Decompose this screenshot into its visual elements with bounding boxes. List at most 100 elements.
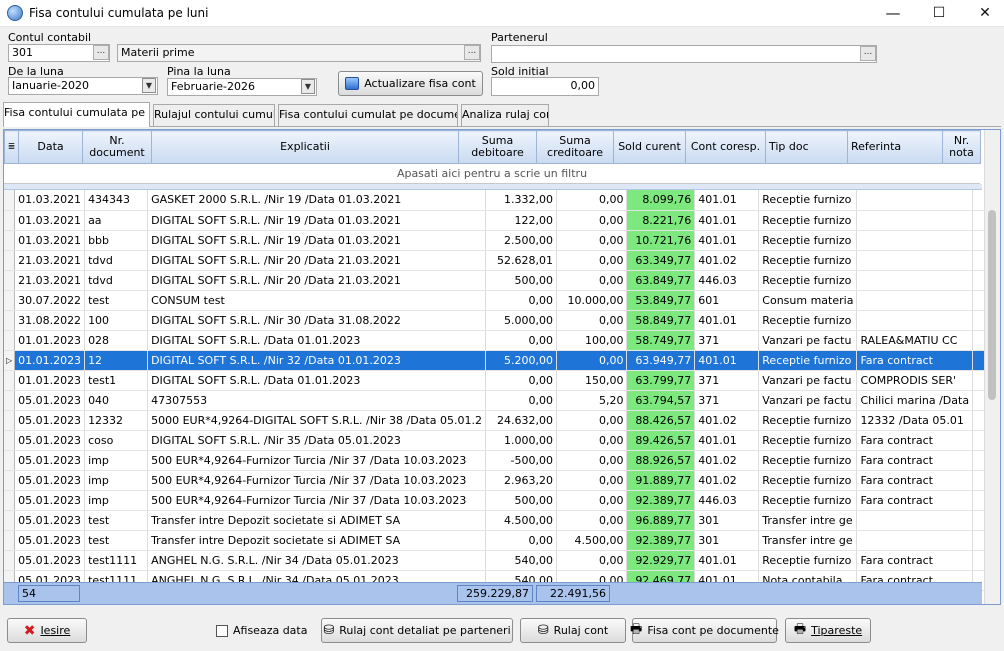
table-cell[interactable]: 100 — [84, 310, 149, 331]
table-row[interactable]: 05.01.2023 imp 500 EUR*4,9264-Furnizor Tur… — [4, 490, 1000, 511]
table-cell[interactable]: Consum materia — [758, 290, 858, 311]
row-indicator[interactable] — [4, 470, 16, 491]
table-cell[interactable] — [856, 530, 974, 551]
pina-la-luna-select[interactable]: Februarie-2026 — [167, 78, 317, 96]
table-cell[interactable]: 401.02 — [694, 450, 760, 471]
table-row[interactable]: 21.03.2021 tdvd DIGITAL SOFT S.R.L. /Nir 2… — [4, 270, 1000, 291]
table-cell[interactable]: 040 — [84, 390, 149, 411]
row-indicator[interactable] — [4, 210, 16, 231]
table-cell[interactable]: Transfer intre ge — [758, 530, 858, 551]
table-cell[interactable]: Receptie furnizo — [758, 410, 858, 431]
row-indicator[interactable] — [4, 190, 16, 211]
table-cell[interactable]: 12 — [84, 350, 149, 371]
table-cell[interactable]: 0,00 — [556, 490, 628, 511]
cont-desc-ellipsis-button[interactable]: ... — [464, 45, 480, 60]
table-cell[interactable]: 21.03.2021 — [14, 250, 86, 271]
table-cell[interactable]: 58.849,77 — [626, 310, 696, 331]
row-indicator[interactable] — [4, 410, 16, 431]
table-cell[interactable]: 500 EUR*4,9264-Furnizor Turcia /Nir 37 /… — [147, 450, 486, 471]
filter-row[interactable]: Apasati aici pentru a scrie un filtru — [4, 164, 980, 184]
table-cell[interactable]: 53.849,77 — [626, 290, 696, 311]
table-cell[interactable]: Receptie furnizo — [758, 490, 858, 511]
table-cell[interactable]: test — [84, 290, 149, 311]
table-cell[interactable]: 63.949,77 — [626, 350, 696, 371]
table-cell[interactable]: 0,00 — [485, 370, 558, 391]
table-cell[interactable]: 89.426,57 — [626, 430, 696, 451]
table-cell[interactable]: 05.01.2023 — [14, 550, 86, 571]
table-cell[interactable]: 63.349,77 — [626, 250, 696, 271]
table-cell[interactable]: 100,00 — [556, 330, 628, 351]
table-row[interactable]: 05.01.2023 test1111 ANGHEL N.G. S.R.L. /Ni… — [4, 550, 1000, 571]
table-cell[interactable]: 401.02 — [694, 470, 760, 491]
table-cell[interactable]: 5.000,00 — [485, 310, 558, 331]
table-cell[interactable]: 500 EUR*4,9264-Furnizor Turcia /Nir 37 /… — [147, 470, 486, 491]
table-cell[interactable]: test1 — [84, 370, 149, 391]
table-cell[interactable] — [856, 210, 974, 231]
row-indicator[interactable] — [4, 250, 16, 271]
table-cell[interactable]: DIGITAL SOFT S.R.L. /Nir 19 /Data 01.03.… — [147, 210, 486, 231]
table-row[interactable]: 05.01.2023 imp 500 EUR*4,9264-Furnizor Tur… — [4, 450, 1000, 471]
col-header-suma-creditoare[interactable]: Suma creditoare — [536, 130, 614, 164]
table-cell[interactable]: 88.426,57 — [626, 410, 696, 431]
data-grid[interactable]: ≣ Data Nr. document Explicatii Suma debi… — [3, 129, 1001, 605]
table-cell[interactable]: GASKET 2000 S.R.L. /Nir 19 /Data 01.03.2… — [147, 190, 486, 211]
table-cell[interactable]: 2.963,20 — [485, 470, 558, 491]
table-cell[interactable]: coso — [84, 430, 149, 451]
table-cell[interactable]: Receptie furnizo — [758, 430, 858, 451]
table-cell[interactable]: 0,00 — [485, 390, 558, 411]
row-indicator[interactable] — [4, 330, 16, 351]
afiseaza-data-checkbox[interactable]: Afiseaza data — [216, 624, 307, 637]
table-cell[interactable]: 30.07.2022 — [14, 290, 86, 311]
table-cell[interactable]: 92.389,77 — [626, 490, 696, 511]
table-cell[interactable]: 500,00 — [485, 490, 558, 511]
table-cell[interactable]: 401.01 — [694, 190, 760, 211]
vertical-scrollbar[interactable] — [984, 130, 1000, 604]
row-indicator[interactable] — [4, 490, 16, 511]
table-cell[interactable]: 401.01 — [694, 230, 760, 251]
table-cell[interactable]: 63.794,57 — [626, 390, 696, 411]
table-row[interactable]: 05.01.2023 040 47307553 0,00 5,20 63.794,57 37… — [4, 390, 1000, 411]
table-row[interactable]: 05.01.2023 coso DIGITAL SOFT S.R.L. /Nir 3… — [4, 430, 1000, 451]
chevron-down-icon[interactable]: ▼ — [301, 79, 315, 94]
col-header-nr-document[interactable]: Nr. document — [82, 130, 152, 164]
table-cell[interactable]: DIGITAL SOFT S.R.L. /Nir 20 /Data 21.03.… — [147, 250, 486, 271]
table-row[interactable]: 31.08.2022 100 DIGITAL SOFT S.R.L. /Nir 30… — [4, 310, 1000, 331]
table-row[interactable]: 05.01.2023 12332 5000 EUR*4,9264-DIGITAL S… — [4, 410, 1000, 431]
row-indicator[interactable] — [4, 510, 16, 531]
minimize-button[interactable]: — — [870, 0, 916, 27]
table-cell[interactable]: 63.849,77 — [626, 270, 696, 291]
table-cell[interactable]: Receptie furnizo — [758, 210, 858, 231]
partener-field[interactable] — [491, 45, 877, 63]
table-cell[interactable]: 0,00 — [556, 470, 628, 491]
table-cell[interactable]: 401.01 — [694, 550, 760, 571]
table-cell[interactable] — [856, 190, 974, 211]
table-cell[interactable]: 122,00 — [485, 210, 558, 231]
table-cell[interactable]: bbb — [84, 230, 149, 251]
table-cell[interactable]: ANGHEL N.G. S.R.L. /Nir 34 /Data 05.01.2… — [147, 550, 486, 571]
table-cell[interactable] — [856, 310, 974, 331]
table-cell[interactable]: 434343 — [84, 190, 149, 211]
table-cell[interactable]: 01.01.2023 — [14, 370, 86, 391]
table-cell[interactable]: 0,00 — [556, 270, 628, 291]
table-cell[interactable] — [856, 510, 974, 531]
rulaj-cont-button[interactable]: ⛁ Rulaj cont — [520, 618, 626, 643]
table-cell[interactable]: 1.332,00 — [485, 190, 558, 211]
table-cell[interactable]: Fara contract — [856, 450, 974, 471]
table-cell[interactable]: Fara contract — [856, 550, 974, 571]
table-cell[interactable]: 12332 — [84, 410, 149, 431]
actualizare-fisa-button[interactable]: Actualizare fisa cont — [338, 71, 483, 96]
table-cell[interactable]: test — [84, 530, 149, 551]
cont-ellipsis-button[interactable]: ... — [93, 45, 109, 60]
row-indicator[interactable] — [4, 390, 16, 411]
table-cell[interactable]: 601 — [694, 290, 760, 311]
table-cell[interactable]: aa — [84, 210, 149, 231]
table-cell[interactable]: Transfer intre ge — [758, 510, 858, 531]
table-cell[interactable]: 4.500,00 — [556, 530, 628, 551]
row-indicator[interactable] — [4, 230, 16, 251]
table-cell[interactable]: Fara contract — [856, 490, 974, 511]
table-cell[interactable]: Fara contract — [856, 470, 974, 491]
table-cell[interactable]: 91.889,77 — [626, 470, 696, 491]
table-cell[interactable]: 05.01.2023 — [14, 510, 86, 531]
row-indicator[interactable] — [4, 450, 16, 471]
table-cell[interactable]: 0,00 — [556, 510, 628, 531]
